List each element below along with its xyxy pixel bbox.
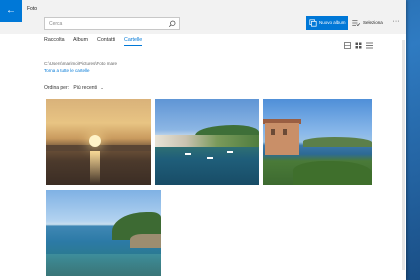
search-placeholder: Cerca [49,21,63,27]
photo-sun [89,135,101,147]
list-view-icon[interactable] [366,36,373,49]
select-label: Seleziona [363,20,383,25]
photo-boat [185,153,191,155]
details-view-icon[interactable] [344,36,351,49]
folder-path: C:\Users\marimo\Pictures\Foto mare [44,61,118,66]
new-album-button[interactable]: Nuovo album [306,16,348,30]
select-button[interactable]: Seleziona [351,16,385,30]
sort-control[interactable]: Ordina per: Più recenti ⌄ [44,85,104,91]
scrollbar[interactable] [402,40,405,270]
photos-app-window: ← Foto Cerca Nuovo album Seleziona ··· R… [0,0,406,280]
tab-contatti[interactable]: Contatti [97,37,115,43]
photo-reflection [90,151,100,185]
back-to-folders-link[interactable]: Torna a tutte le cartelle [44,68,90,73]
grid-view-icon[interactable] [355,36,362,49]
photo-thumbnail-cape[interactable] [46,190,161,276]
more-options-button[interactable]: ··· [390,16,402,30]
photo-thumbnail-harbor[interactable] [155,99,259,185]
chevron-down-icon[interactable]: ⌄ [100,85,103,90]
photo-vegetation [293,161,372,185]
photo-house-window [271,129,275,135]
back-arrow-icon: ← [6,5,16,16]
photo-boat [227,151,233,153]
photo-house [265,123,299,155]
select-icon [352,20,360,26]
photo-thumbnail-house[interactable] [263,99,372,185]
album-icon [309,19,317,27]
new-album-label: Nuovo album [319,20,346,25]
photo-headland [303,137,372,147]
photo-thumbnail-sunset[interactable] [46,99,151,185]
view-toggle [344,36,374,49]
photo-boat [207,157,213,159]
tab-cartelle[interactable]: Cartelle [124,37,143,46]
sort-label: Ordina per: [44,85,70,91]
photo-rocks [130,234,161,248]
tab-raccolta[interactable]: Raccolta [44,37,65,43]
back-button[interactable]: ← [0,0,22,22]
photo-shallow-water [46,254,161,276]
title-bar: ← Foto Cerca Nuovo album Seleziona ··· [0,0,406,34]
search-icon[interactable] [168,20,176,28]
photo-house-window [283,129,287,135]
tab-album[interactable]: Album [73,37,88,43]
search-input[interactable]: Cerca [44,17,180,30]
app-title: Foto [27,6,38,12]
photo-town [155,135,259,147]
sort-value[interactable]: Più recenti [73,85,97,91]
